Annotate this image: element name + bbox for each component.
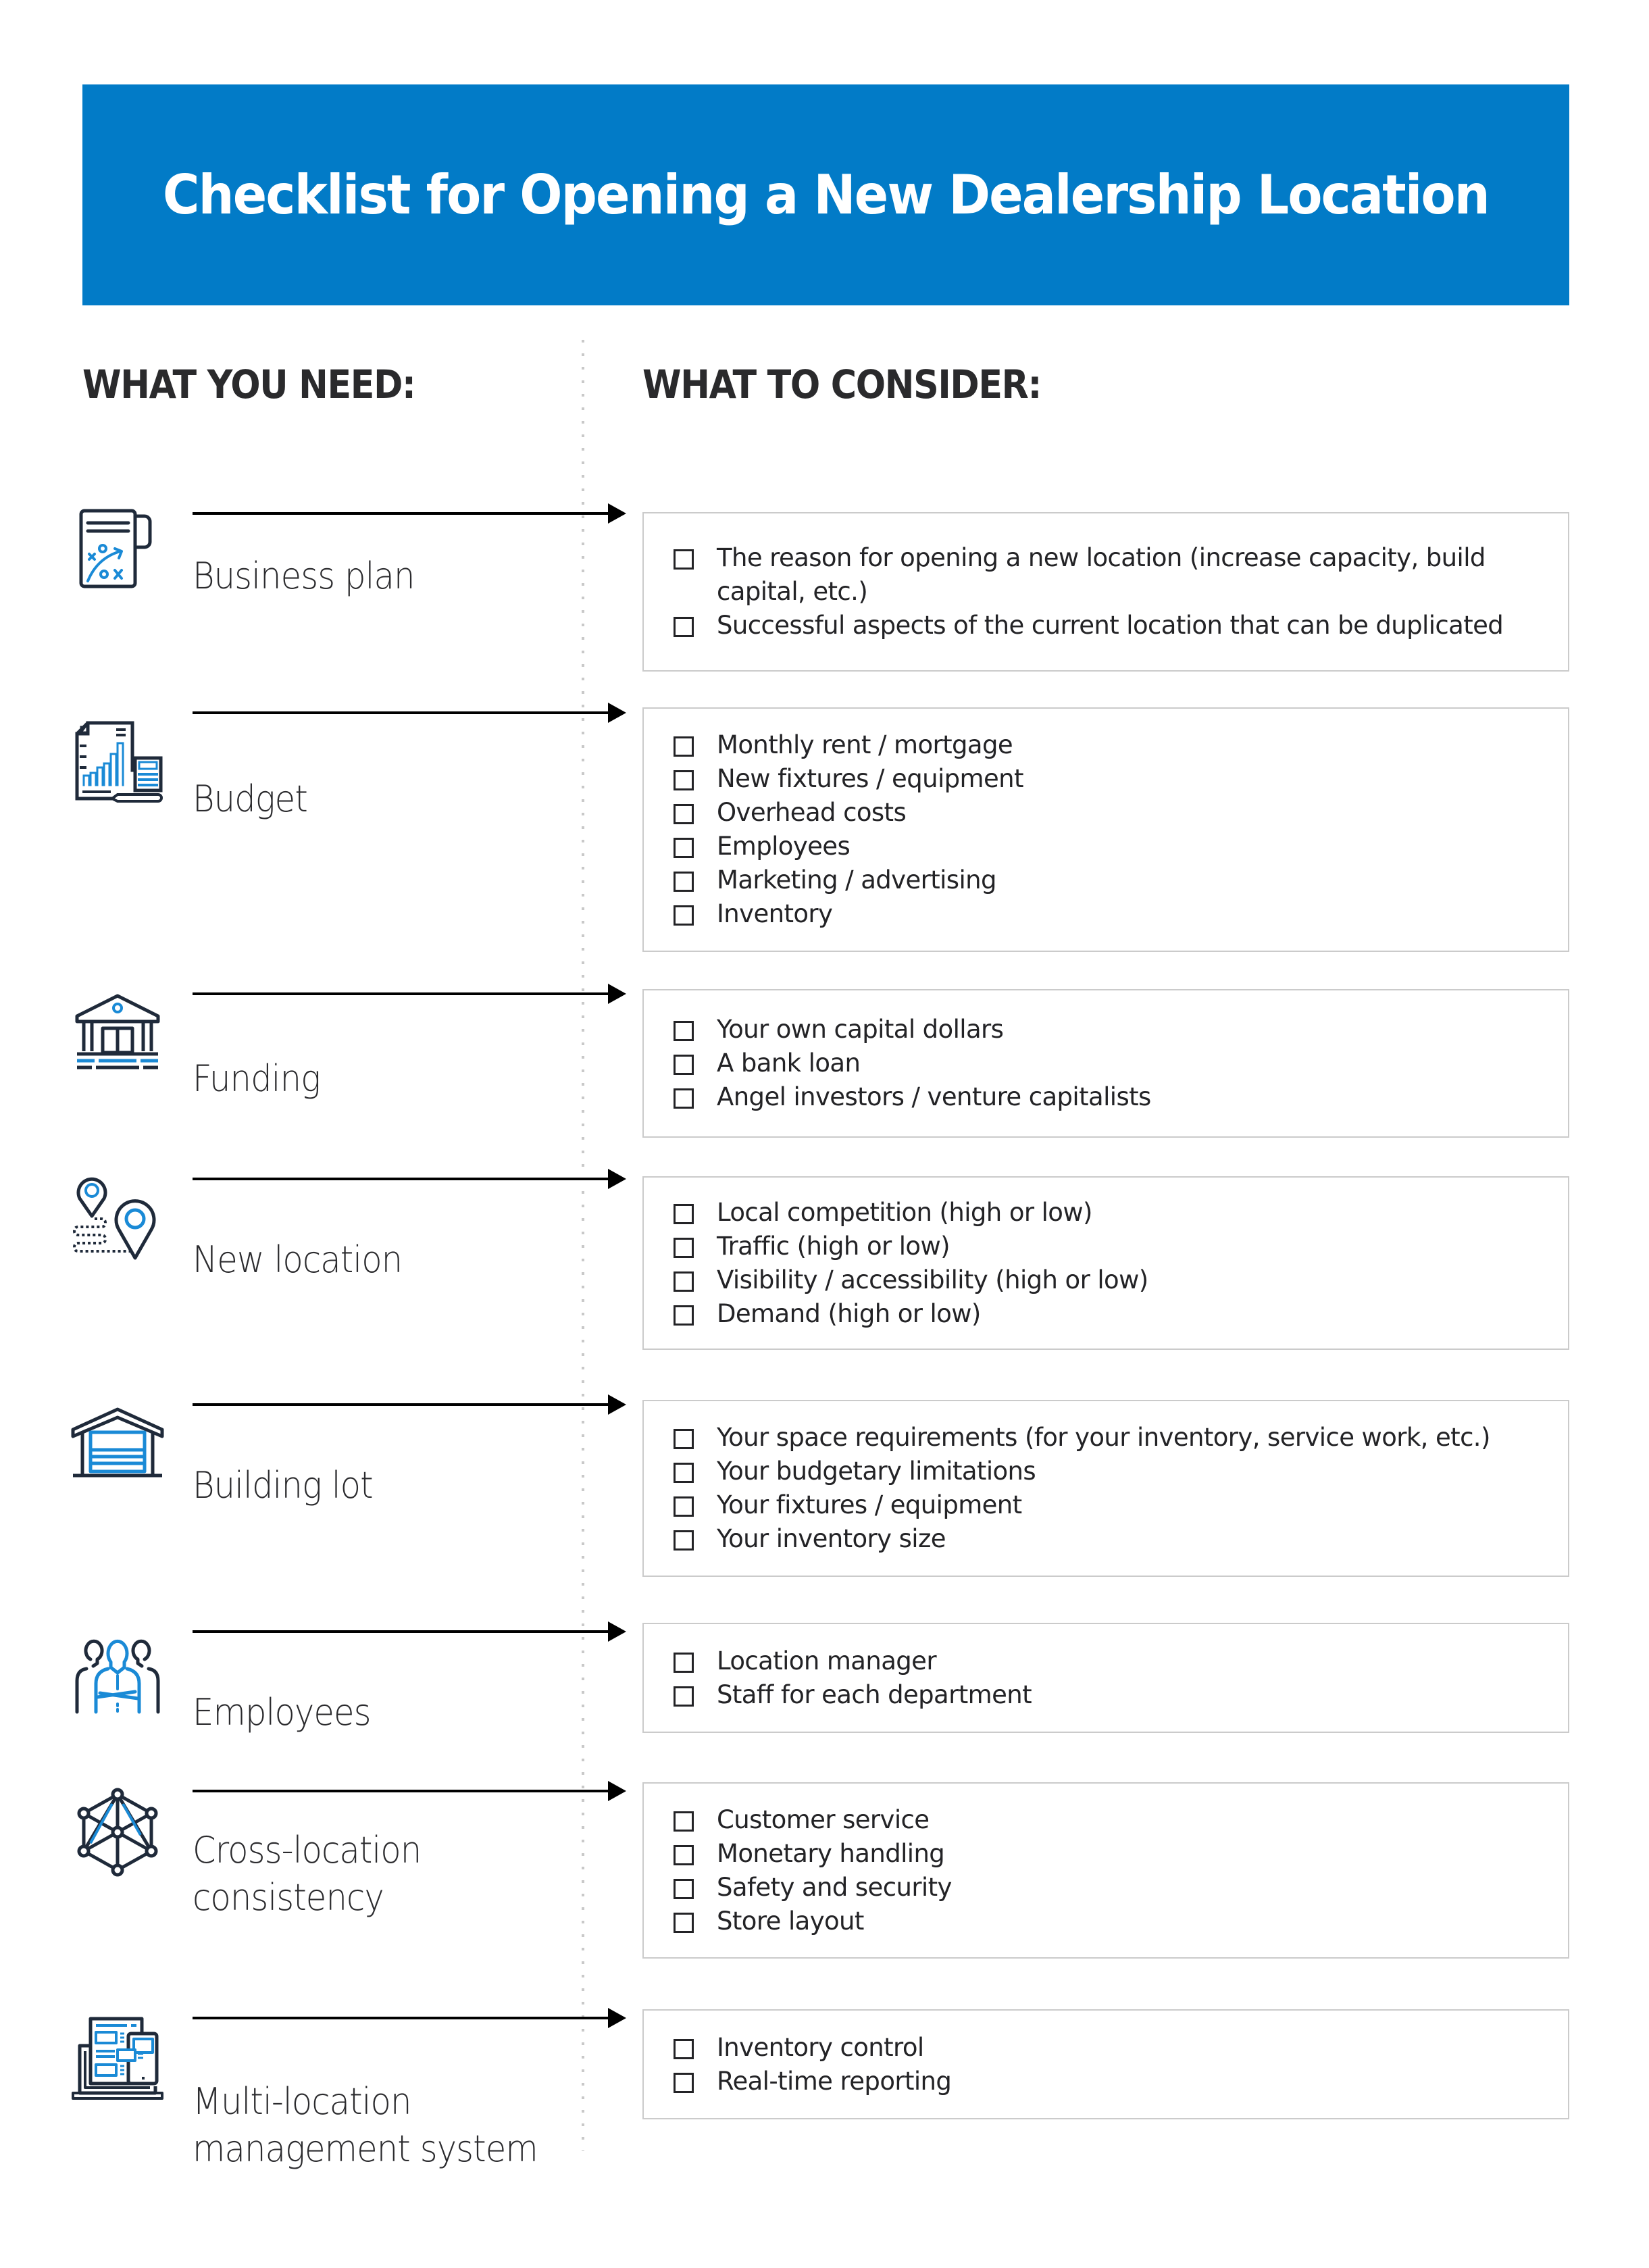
checkbox[interactable]: [674, 1088, 694, 1109]
checkbox[interactable]: [674, 617, 694, 637]
checkbox[interactable]: [674, 1429, 694, 1449]
checklist-item[interactable]: Your inventory size: [674, 1522, 1541, 1556]
checkbox[interactable]: [674, 872, 694, 892]
column-divider: [582, 340, 584, 2151]
page-title: Checklist for Opening a New Dealership L…: [162, 163, 1490, 226]
checkbox[interactable]: [674, 905, 694, 926]
checkbox[interactable]: [674, 1237, 694, 1258]
checkbox[interactable]: [674, 1305, 694, 1326]
title-banner: Checklist for Opening a New Dealership L…: [82, 84, 1569, 305]
checkbox[interactable]: [674, 1811, 694, 1832]
map-pins-route-icon: [70, 1176, 165, 1270]
checkbox[interactable]: [674, 1055, 694, 1075]
checkbox[interactable]: [674, 549, 694, 570]
checklist-item[interactable]: Inventory: [674, 897, 1541, 931]
checkbox[interactable]: [674, 1021, 694, 1041]
budget-chart-calculator-icon: [70, 719, 165, 813]
business-plan-scroll-icon: [70, 507, 165, 601]
row-arrow: [193, 1621, 626, 1642]
checklist-item[interactable]: Monetary handling: [674, 1837, 1541, 1871]
consider-box: Local competition (high or low) Traffic …: [642, 1176, 1569, 1350]
checkbox[interactable]: [674, 804, 694, 824]
checklist-item[interactable]: Employees: [674, 830, 1541, 863]
checklist-item[interactable]: Monthly rent / mortgage: [674, 728, 1541, 762]
need-label: Building lot: [193, 1464, 374, 1507]
checkbox[interactable]: [674, 736, 694, 757]
need-label: Funding: [193, 1057, 321, 1100]
garage-building-icon: [70, 1405, 165, 1500]
row-arrow: [193, 703, 626, 723]
devices-dashboard-icon: [70, 2013, 165, 2108]
checklist-item[interactable]: Your fixtures / equipment: [674, 1488, 1541, 1522]
consider-box: Your own capital dollars A bank loan Ang…: [642, 989, 1569, 1138]
checkbox[interactable]: [674, 1912, 694, 1933]
checkbox[interactable]: [674, 2038, 694, 2059]
row-arrow: [193, 2008, 626, 2028]
consider-box: Monthly rent / mortgage New fixtures / e…: [642, 707, 1569, 952]
checklist-item[interactable]: The reason for opening a new location (i…: [674, 541, 1541, 609]
row-arrow: [193, 1169, 626, 1189]
checkbox[interactable]: [674, 1878, 694, 1899]
checklist-item[interactable]: Safety and security: [674, 1871, 1541, 1905]
checklist-item[interactable]: Demand (high or low): [674, 1297, 1541, 1331]
checkbox[interactable]: [674, 2072, 694, 2093]
checklist-item[interactable]: Staff for each department: [674, 1678, 1541, 1712]
network-hexagon-icon: [70, 1786, 165, 1881]
checklist-item[interactable]: Angel investors / venture capitalists: [674, 1080, 1541, 1114]
need-label: New location: [193, 1238, 403, 1281]
row-arrow: [193, 1781, 626, 1801]
checklist-item[interactable]: Customer service: [674, 1803, 1541, 1837]
checklist-item[interactable]: Visibility / accessibility (high or low): [674, 1263, 1541, 1297]
consider-box: Your space requirements (for your invent…: [642, 1400, 1569, 1577]
checkbox[interactable]: [674, 1203, 694, 1224]
row-arrow: [193, 503, 626, 524]
checklist-item[interactable]: New fixtures / equipment: [674, 762, 1541, 796]
what-you-need-heading: WHAT YOU NEED:: [82, 361, 416, 407]
what-to-consider-heading: WHAT TO CONSIDER:: [642, 361, 1042, 407]
checklist-item[interactable]: Your budgetary limitations: [674, 1455, 1541, 1488]
checkbox[interactable]: [674, 770, 694, 790]
checklist-item[interactable]: Store layout: [674, 1905, 1541, 1938]
checkbox[interactable]: [674, 838, 694, 858]
row-arrow: [193, 984, 626, 1004]
checklist-item[interactable]: Successful aspects of the current locati…: [674, 609, 1541, 642]
consider-box: Inventory control Real-time reporting: [642, 2009, 1569, 2119]
need-label: Business plan: [193, 555, 415, 597]
checkbox[interactable]: [674, 1652, 694, 1673]
checklist-item[interactable]: Marketing / advertising: [674, 863, 1541, 897]
checkbox[interactable]: [674, 1463, 694, 1483]
team-people-icon: [70, 1628, 165, 1723]
checklist-item[interactable]: Your space requirements (for your invent…: [674, 1421, 1541, 1455]
checklist-item[interactable]: Location manager: [674, 1644, 1541, 1678]
checkbox[interactable]: [674, 1686, 694, 1707]
checklist-item[interactable]: Local competition (high or low): [674, 1196, 1541, 1230]
checklist-item[interactable]: Your own capital dollars: [674, 1013, 1541, 1047]
checklist-item[interactable]: Inventory control: [674, 2031, 1541, 2065]
checklist-item[interactable]: Real-time reporting: [674, 2065, 1541, 2098]
consider-box: Customer service Monetary handling Safet…: [642, 1782, 1569, 1959]
checkbox[interactable]: [674, 1530, 694, 1551]
checklist-item[interactable]: Overhead costs: [674, 796, 1541, 830]
checklist-item[interactable]: Traffic (high or low): [674, 1230, 1541, 1263]
bank-building-icon: [70, 990, 165, 1085]
need-label: Budget: [193, 778, 308, 820]
checkbox[interactable]: [674, 1271, 694, 1292]
checklist-item[interactable]: A bank loan: [674, 1047, 1541, 1080]
row-arrow: [193, 1394, 626, 1415]
checkbox[interactable]: [674, 1496, 694, 1517]
consider-box: The reason for opening a new location (i…: [642, 512, 1569, 672]
checkbox[interactable]: [674, 1844, 694, 1865]
need-label: Multi-location management system: [193, 2080, 538, 2170]
need-label: Cross-location consistency: [193, 1829, 422, 1919]
need-label: Employees: [193, 1691, 372, 1734]
consider-box: Location manager Staff for each departme…: [642, 1623, 1569, 1733]
